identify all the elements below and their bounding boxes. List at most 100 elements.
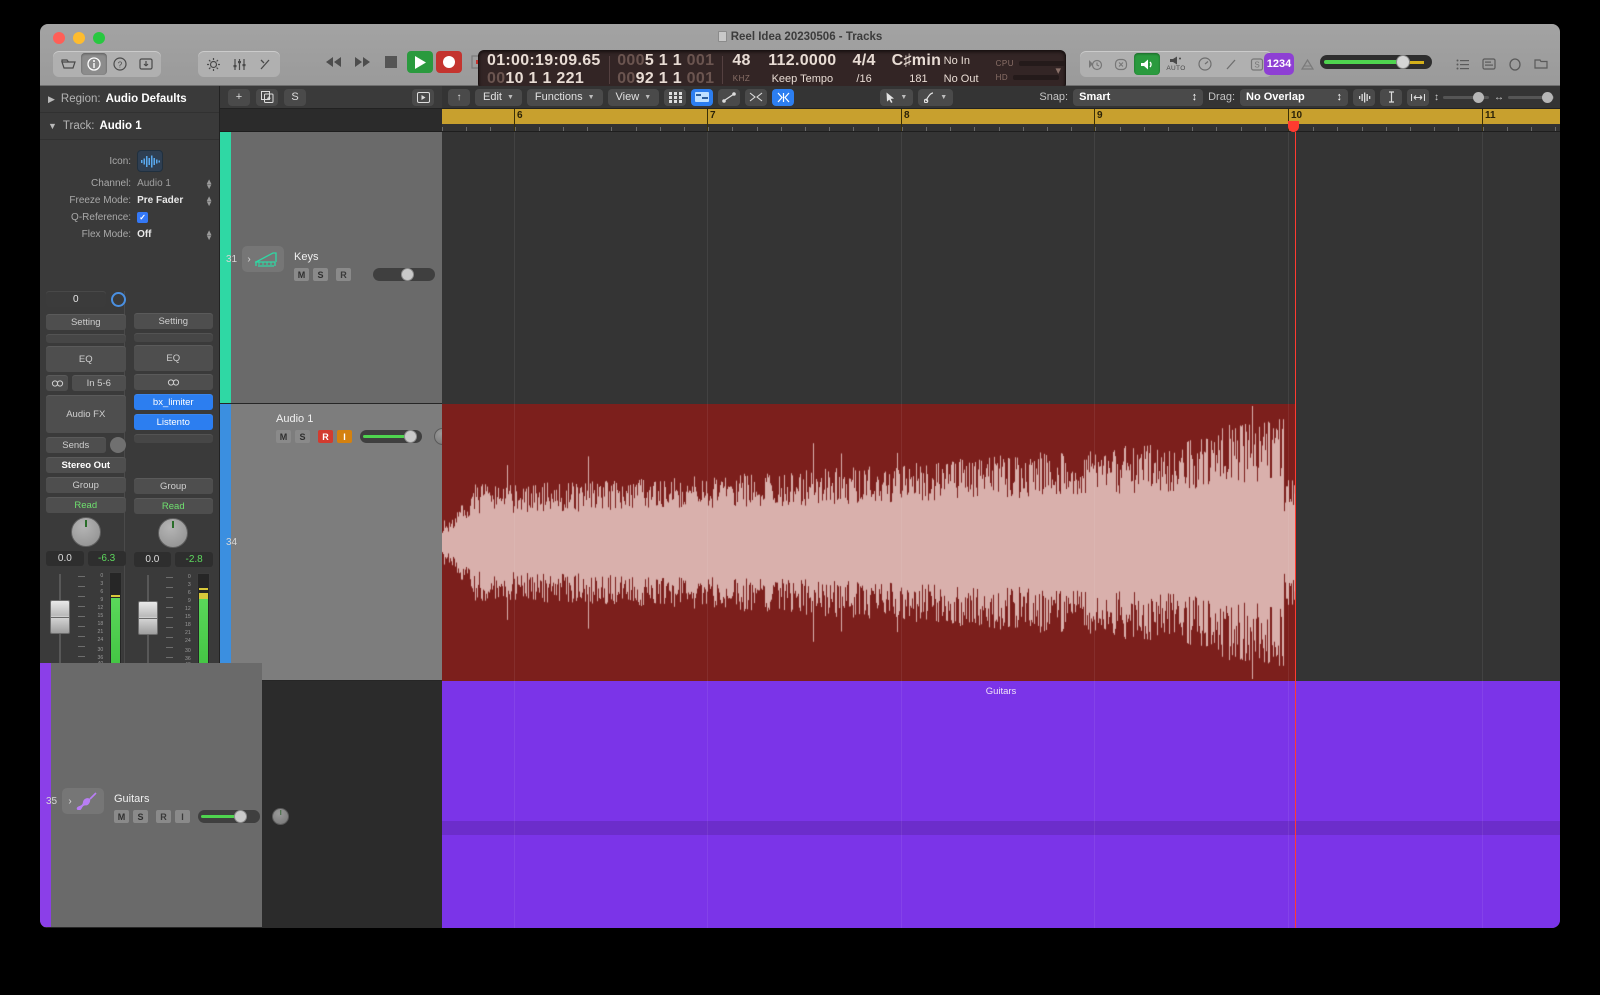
insert-listento[interactable]: Listento <box>133 414 213 430</box>
low-latency-icon[interactable] <box>1108 53 1134 75</box>
stereo-input-icon[interactable] <box>46 375 68 391</box>
timeline-ruler[interactable]: 6 7 8 9 10 11 <box>442 109 1560 132</box>
help-icon[interactable]: ? <box>107 53 133 75</box>
region-lanes[interactable]: Guitars <box>442 132 1560 928</box>
loops-icon[interactable] <box>1502 53 1528 75</box>
automation-mode-button[interactable]: Read <box>133 498 213 514</box>
flex-icon[interactable] <box>745 88 768 106</box>
lane-audio-1[interactable] <box>442 404 1560 681</box>
track-inspector-header[interactable]: ▼ Track: Audio 1 <box>40 113 219 140</box>
sends-button[interactable]: Sends <box>46 437 106 453</box>
track-name[interactable]: Keys <box>294 251 318 263</box>
midi-icon[interactable] <box>1218 53 1244 75</box>
chevron-right-icon[interactable]: › <box>68 796 71 807</box>
lcd-timecode[interactable]: 01:00:19:09.65 0010 1 1 221 <box>479 51 609 89</box>
send-knob[interactable] <box>109 437 126 453</box>
channel-stepper[interactable]: ▲ ▼ <box>205 177 213 190</box>
track-icon-button[interactable]: › <box>62 788 104 814</box>
record-settings-group[interactable]: AUTO S <box>1080 51 1272 77</box>
text-cursor-icon[interactable] <box>1380 88 1403 106</box>
record-enable-button[interactable]: R <box>318 430 333 443</box>
browsers-icon[interactable] <box>1528 53 1554 75</box>
playhead[interactable] <box>1295 132 1296 928</box>
tuner-icon[interactable] <box>1192 53 1218 75</box>
pan-knob[interactable] <box>70 517 101 547</box>
solo-button[interactable]: S <box>133 810 148 823</box>
marquee-tool[interactable]: ▼ <box>918 88 954 106</box>
mute-button[interactable]: M <box>276 430 291 443</box>
insert-slot-empty-2[interactable] <box>133 434 213 443</box>
track-name[interactable]: Guitars <box>114 793 149 805</box>
track-pan-knob[interactable] <box>272 808 289 825</box>
input-monitor-button[interactable]: I <box>175 810 190 823</box>
track-view-icon[interactable] <box>691 88 714 106</box>
insert-bx-limiter[interactable]: bx_limiter <box>133 394 213 410</box>
record-button[interactable] <box>436 51 462 73</box>
stop-button[interactable] <box>378 51 404 73</box>
solo-button[interactable]: S <box>295 430 310 443</box>
grid-view-icon[interactable] <box>664 88 687 106</box>
track-icon-waveform-icon[interactable] <box>137 150 164 172</box>
mute-button[interactable]: M <box>114 810 129 823</box>
insert-slot-empty[interactable] <box>133 333 213 342</box>
media-icon[interactable] <box>133 53 159 75</box>
pan-value[interactable]: 0.0 <box>133 552 172 567</box>
track-controls[interactable]: M S R I <box>114 808 289 825</box>
horizontal-zoom-slider[interactable]: ↔ <box>1494 91 1555 103</box>
input-row[interactable] <box>133 374 213 390</box>
param-q-reference[interactable]: Q-Reference: ✓ ▲▼ <box>40 210 219 225</box>
param-icon[interactable]: Icon: <box>40 148 219 174</box>
replace-icon[interactable] <box>1082 53 1108 75</box>
snap-select[interactable]: Smart ↕ <box>1073 88 1204 106</box>
input-monitor-button[interactable]: I <box>337 430 352 443</box>
region-inspector-header[interactable]: ▶ Region: Audio Defaults <box>40 86 219 113</box>
count-in-group[interactable]: 1234 <box>1262 51 1322 77</box>
automation-mode-button[interactable]: Read <box>46 497 126 513</box>
fit-selection-icon[interactable] <box>1407 88 1430 106</box>
view-menu[interactable]: View ▼ <box>607 88 660 106</box>
setting-button[interactable]: Setting <box>133 313 213 329</box>
solo-button[interactable]: S <box>313 268 328 281</box>
track-controls[interactable]: M S R I <box>276 428 451 445</box>
chevron-right-icon[interactable]: ▶ <box>48 94 55 105</box>
chevron-down-icon[interactable]: ▼ <box>48 121 57 131</box>
notes-icon[interactable] <box>1476 53 1502 75</box>
param-freeze-mode[interactable]: Freeze Mode: Pre Fader ▲ ▼ <box>40 193 219 208</box>
list-editors-icon[interactable] <box>1450 53 1476 75</box>
lcd-expand-chevron[interactable]: ▾ <box>1055 64 1061 77</box>
lcd-position[interactable]: 0005 1 1 001 0092 1 1 001 <box>609 51 722 89</box>
metronome-icon[interactable] <box>1134 53 1160 75</box>
forward-button[interactable] <box>349 51 375 73</box>
cycle-region[interactable] <box>442 109 1560 124</box>
info-icon[interactable] <box>81 53 107 75</box>
smart-controls-icon[interactable] <box>200 53 226 75</box>
region-audio-1[interactable] <box>442 404 1296 681</box>
group-button[interactable]: Group <box>133 478 213 494</box>
edit-menu[interactable]: Edit ▼ <box>475 88 522 106</box>
drag-select[interactable]: No Overlap ↕ <box>1240 88 1349 106</box>
catch-playhead-icon[interactable] <box>772 88 795 106</box>
track-header-guitars[interactable]: 35 › Guitars M S R I <box>40 663 289 928</box>
gain-value[interactable]: 0 <box>46 291 106 307</box>
editors-icon[interactable] <box>252 53 278 75</box>
rewind-button[interactable] <box>320 51 346 73</box>
setting-button[interactable]: Setting <box>46 314 126 330</box>
input-button[interactable]: In 5-6 <box>72 375 126 391</box>
playhead-handle[interactable] <box>1288 121 1299 132</box>
track-volume-slider[interactable] <box>360 430 422 443</box>
record-enable-button[interactable]: R <box>156 810 171 823</box>
pointer-tool[interactable]: ▼ <box>880 88 914 106</box>
automation-icon[interactable] <box>718 88 741 106</box>
q-reference-checkbox[interactable]: ✓ <box>137 212 149 223</box>
flex-mode-stepper[interactable]: ▲ ▼ <box>205 228 213 241</box>
track-icon-button[interactable]: › <box>242 246 284 272</box>
chevron-right-icon[interactable]: › <box>247 254 250 265</box>
pan-value[interactable]: 0.0 <box>46 551 84 566</box>
record-enable-icon[interactable] <box>412 88 434 106</box>
vertical-zoom-slider[interactable]: ↕ <box>1434 91 1490 103</box>
mute-button[interactable]: M <box>294 268 309 281</box>
input-row[interactable]: In 5-6 <box>46 375 126 391</box>
track-header-keys[interactable]: 31 › Keys M S R <box>220 132 464 404</box>
view-toggle-group[interactable]: ? <box>53 51 161 77</box>
param-channel[interactable]: Channel: Audio 1 ▲ ▼ <box>40 176 219 191</box>
